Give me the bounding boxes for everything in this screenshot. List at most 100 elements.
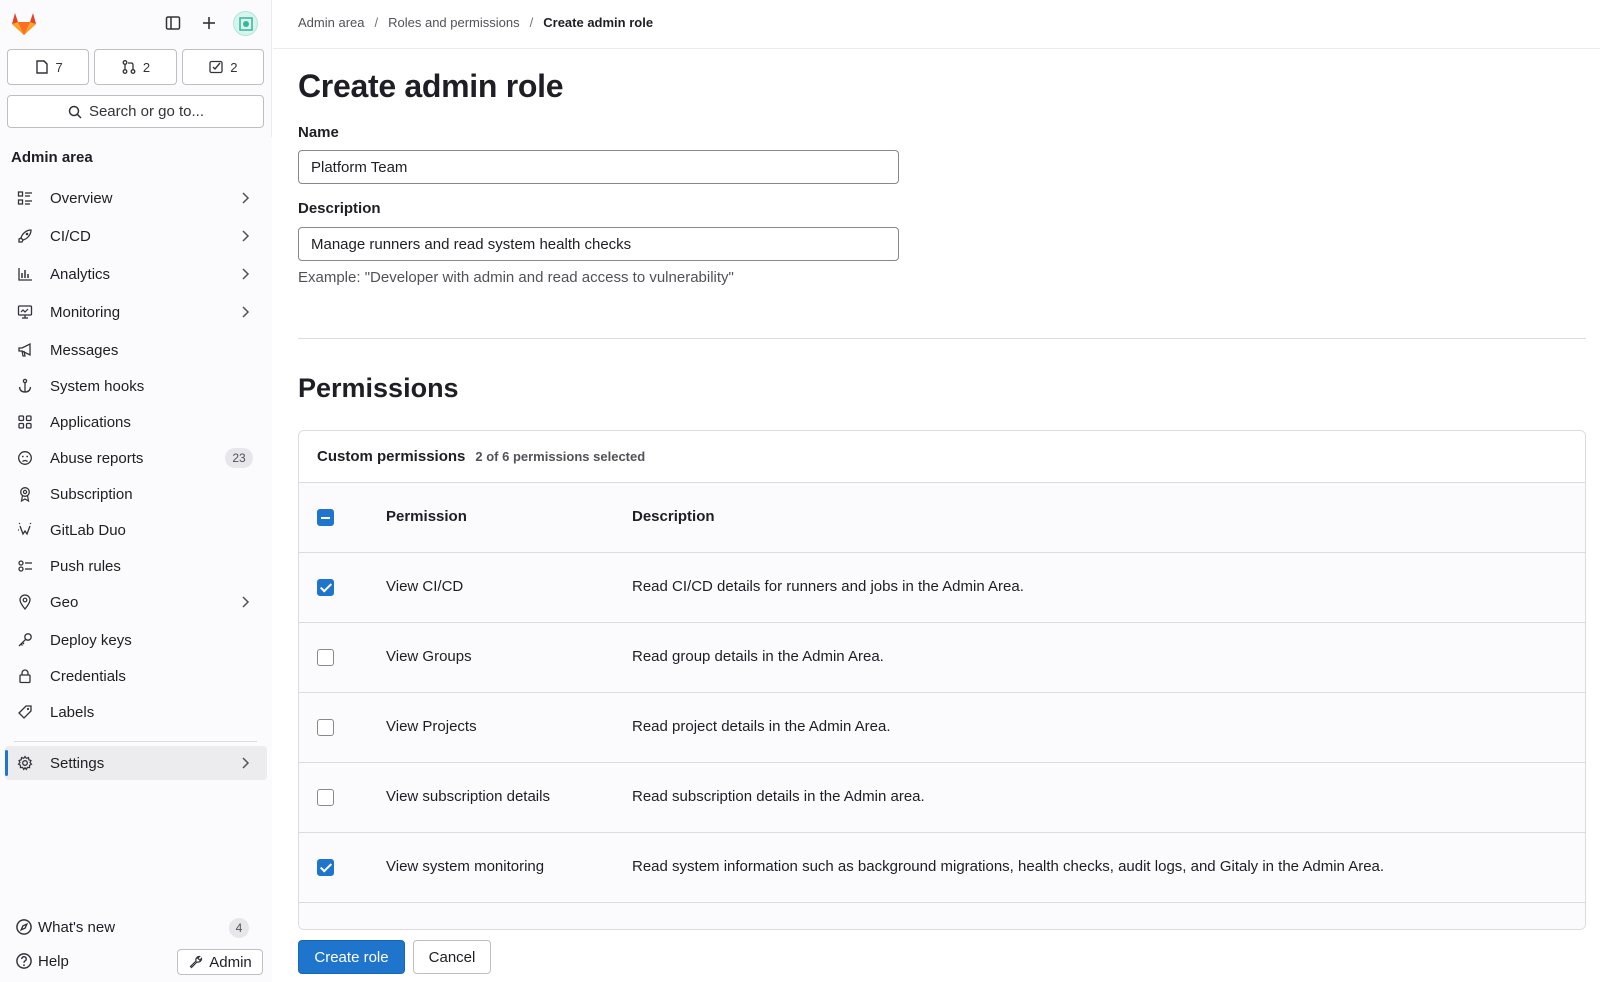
rocket-icon — [14, 225, 36, 247]
sidebar-section-title: Admin area — [11, 149, 93, 166]
breadcrumb-current-page[interactable]: Create admin role — [543, 15, 653, 30]
custom-permissions-title: Custom permissions — [317, 448, 466, 465]
page-title: Create admin role — [298, 68, 564, 104]
sidebar-item-geo[interactable]: Geo — [5, 585, 267, 619]
breadcrumb-roles-and-permissions[interactable]: Roles and permissions — [388, 15, 520, 30]
help-label: Help — [38, 952, 69, 970]
chevron-right-icon — [242, 230, 250, 242]
sidebar-item-label: Subscription — [50, 485, 133, 503]
sidebar-item-label: System hooks — [50, 377, 145, 395]
permission-name: View Projects — [386, 718, 477, 735]
sidebar-item-credentials[interactable]: Credentials — [5, 659, 267, 693]
todos-counter-button[interactable]: 2 — [181, 49, 264, 85]
sidebar-item-label: Geo — [50, 593, 79, 611]
chevron-right-icon — [242, 268, 250, 280]
sidebar-item-label: Push rules — [50, 557, 121, 575]
sidebar-item-monitoring[interactable]: Monitoring — [5, 295, 267, 329]
license-icon — [14, 483, 36, 505]
whats-new-button[interactable]: What's new — [15, 918, 115, 936]
sidebar-item-labels[interactable]: Labels — [5, 695, 267, 729]
search-label: Search or go to... — [88, 103, 205, 120]
sidebar-item-abuse-reports[interactable]: Abuse reports 23 — [5, 441, 267, 475]
top-bar: Admin area / Roles and permissions / Cre… — [273, 0, 1600, 49]
sidebar-item-settings[interactable]: Settings — [5, 746, 267, 780]
permission-name: View CI/CD — [386, 578, 464, 595]
issues-counter-button[interactable]: 7 — [7, 49, 90, 85]
table-row-partial[interactable] — [299, 903, 1585, 930]
sidebar-toggle-icon[interactable] — [162, 12, 184, 34]
permissions-heading: Permissions — [298, 373, 459, 403]
table-row[interactable]: View system monitoring Read system infor… — [299, 833, 1585, 903]
key-icon — [14, 629, 36, 651]
permission-description: Read CI/CD details for runners and jobs … — [632, 578, 1024, 595]
user-avatar[interactable] — [233, 11, 258, 36]
wrench-icon — [189, 955, 203, 969]
permission-checkbox[interactable] — [317, 719, 334, 736]
breadcrumb-admin-area[interactable]: Admin area — [298, 15, 364, 30]
table-row[interactable]: View subscription details Read subscript… — [299, 763, 1585, 833]
permission-checkbox[interactable] — [317, 649, 334, 666]
name-input[interactable] — [298, 150, 899, 184]
sidebar-item-analytics[interactable]: Analytics — [5, 257, 267, 291]
permissions-card-header: Custom permissions 2 of 6 permissions se… — [299, 431, 1585, 483]
plus-icon[interactable] — [198, 12, 220, 34]
counter-buttons: 7 2 2 — [7, 49, 264, 85]
overview-icon — [14, 187, 36, 209]
sidebar-item-gitlab-duo[interactable]: GitLab Duo — [5, 513, 267, 547]
create-role-button[interactable]: Create role — [298, 940, 405, 974]
anchor-icon — [14, 375, 36, 397]
whats-new-count-badge: 4 — [229, 918, 249, 938]
chevron-right-icon — [242, 596, 250, 608]
todos-count: 2 — [230, 59, 238, 75]
permission-description: Read system information such as backgrou… — [632, 858, 1385, 875]
sidebar-item-label: Credentials — [50, 667, 126, 685]
push-rules-icon — [14, 555, 36, 577]
sidebar-item-label: Labels — [50, 703, 95, 721]
select-all-checkbox[interactable] — [317, 509, 334, 526]
sidebar-item-deploy-keys[interactable]: Deploy keys — [5, 623, 267, 657]
sidebar-item-push-rules[interactable]: Push rules — [5, 549, 267, 583]
permission-checkbox[interactable] — [317, 859, 334, 876]
permission-description: Read subscription details in the Admin a… — [632, 788, 925, 805]
megaphone-icon — [14, 339, 36, 361]
sidebar-item-overview[interactable]: Overview — [5, 181, 267, 215]
help-button[interactable]: Help — [15, 952, 69, 970]
sidebar-item-system-hooks[interactable]: System hooks — [5, 369, 267, 403]
admin-label: Admin — [209, 953, 252, 971]
sidebar-item-label: Deploy keys — [50, 631, 132, 649]
column-header-description: Description — [632, 508, 715, 525]
description-input[interactable] — [298, 227, 899, 261]
sidebar-item-label: Overview — [50, 189, 113, 207]
description-help-text: Example: "Developer with admin and read … — [298, 269, 734, 286]
sidebar-item-label: Settings — [50, 754, 105, 772]
search-button[interactable]: Search or go to... — [7, 95, 264, 128]
breadcrumb: Admin area / Roles and permissions / Cre… — [298, 15, 653, 30]
sidebar-item-label: Analytics — [50, 265, 111, 283]
admin-button[interactable]: Admin — [177, 949, 263, 975]
chevron-right-icon — [242, 192, 250, 204]
sidebar-item-cicd[interactable]: CI/CD — [5, 219, 267, 253]
table-row[interactable]: View Groups Read group details in the Ad… — [299, 623, 1585, 693]
table-row[interactable]: View CI/CD Read CI/CD details for runner… — [299, 553, 1585, 623]
issues-count: 7 — [55, 59, 63, 75]
label-icon — [14, 701, 36, 723]
permission-name: View Groups — [386, 648, 472, 665]
permission-checkbox[interactable] — [317, 579, 334, 596]
todo-icon — [209, 60, 223, 74]
chevron-right-icon — [242, 757, 250, 769]
gitlab-logo-icon[interactable] — [10, 10, 38, 36]
sidebar-item-label: Monitoring — [50, 303, 121, 321]
merge-requests-counter-button[interactable]: 2 — [94, 49, 177, 85]
sidebar-item-subscription[interactable]: Subscription — [5, 477, 267, 511]
sidebar-item-label: CI/CD — [50, 227, 91, 245]
sidebar-item-applications[interactable]: Applications — [5, 405, 267, 439]
permission-checkbox[interactable] — [317, 789, 334, 806]
sidebar-item-messages[interactable]: Messages — [5, 333, 267, 367]
table-row[interactable]: View Projects Read project details in th… — [299, 693, 1585, 763]
permissions-table-header: Permission Description — [299, 483, 1585, 553]
permission-checkbox[interactable] — [317, 929, 334, 930]
chart-icon — [14, 263, 36, 285]
cancel-button[interactable]: Cancel — [413, 940, 491, 974]
sidebar-item-label: Abuse reports — [50, 449, 144, 467]
name-label: Name — [298, 124, 339, 141]
